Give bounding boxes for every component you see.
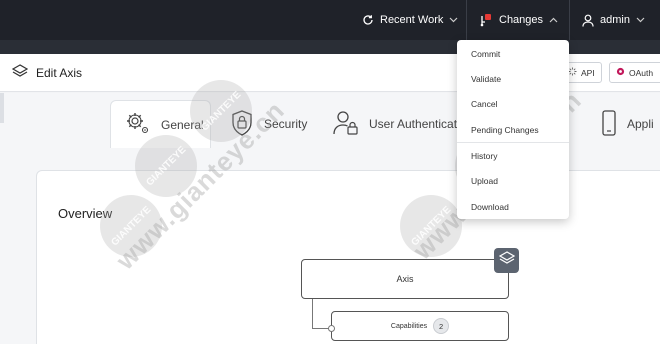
topbar-divider — [569, 0, 570, 40]
oauth-button[interactable]: OAuth — [609, 62, 660, 83]
layers-icon — [11, 64, 36, 81]
capabilities-count-badge: 2 — [433, 318, 450, 334]
layers-badge[interactable] — [494, 248, 519, 273]
api-button-label: API — [581, 67, 595, 78]
changes-label: Changes — [499, 14, 544, 26]
tab-security-label: Security — [264, 117, 308, 131]
capabilities-node-label: Capabilities — [390, 322, 428, 330]
api-icon — [568, 67, 577, 78]
changes-dropdown-menu: Commit Validate Cancel Pending Changes H… — [457, 40, 569, 219]
user-menu[interactable]: admin — [582, 0, 645, 40]
capabilities-node[interactable]: Capabilities 2 — [331, 311, 509, 341]
shield-lock-icon — [230, 109, 264, 140]
recent-work-menu[interactable]: Recent Work — [362, 0, 458, 40]
menu-item-history[interactable]: History — [471, 151, 497, 161]
changes-menu-toggle[interactable]: Changes — [480, 0, 558, 40]
axis-node[interactable]: Axis — [301, 259, 509, 299]
oauth-button-label: OAuth — [629, 67, 654, 78]
layers-icon — [498, 251, 515, 270]
tab-applications-label: Appli — [627, 117, 654, 131]
tab-user-authentication-label: User Authenticatio — [369, 117, 467, 131]
oauth-gear-icon — [616, 67, 625, 78]
menu-item-pending-changes[interactable]: Pending Changes — [471, 125, 539, 135]
page-title: Edit Axis — [11, 54, 83, 91]
history-refresh-icon — [362, 14, 374, 26]
user-name: admin — [600, 14, 630, 26]
menu-item-upload[interactable]: Upload — [471, 176, 498, 186]
overview-title: Overview — [58, 206, 113, 221]
tab-general[interactable]: General — [110, 100, 211, 148]
chevron-down-icon — [449, 17, 458, 23]
changes-flag-icon — [480, 13, 493, 27]
page-title-text: Edit Axis — [36, 65, 83, 80]
axis-node-label: Axis — [396, 274, 414, 284]
top-navigation-bar: Recent Work Changes admin — [0, 0, 660, 40]
tab-applications[interactable]: Appli — [601, 100, 654, 148]
tab-user-authentication[interactable]: User Authenticatio — [333, 100, 466, 148]
tree-connector-dot — [328, 325, 335, 332]
user-lock-icon — [333, 110, 369, 139]
menu-item-validate[interactable]: Validate — [471, 74, 501, 84]
topbar-divider — [466, 0, 467, 40]
gear-icon — [125, 110, 161, 139]
chevron-down-icon — [636, 17, 645, 23]
user-icon — [582, 14, 594, 27]
menu-item-download[interactable]: Download — [471, 202, 509, 212]
mobile-icon — [601, 109, 627, 139]
menu-divider — [457, 142, 569, 143]
menu-item-commit[interactable]: Commit — [471, 49, 500, 59]
chevron-up-icon — [549, 17, 558, 23]
menu-item-cancel[interactable]: Cancel — [471, 99, 497, 109]
recent-work-label: Recent Work — [380, 14, 444, 26]
tab-general-label: General — [161, 117, 204, 132]
tab-security[interactable]: Security — [230, 100, 307, 148]
